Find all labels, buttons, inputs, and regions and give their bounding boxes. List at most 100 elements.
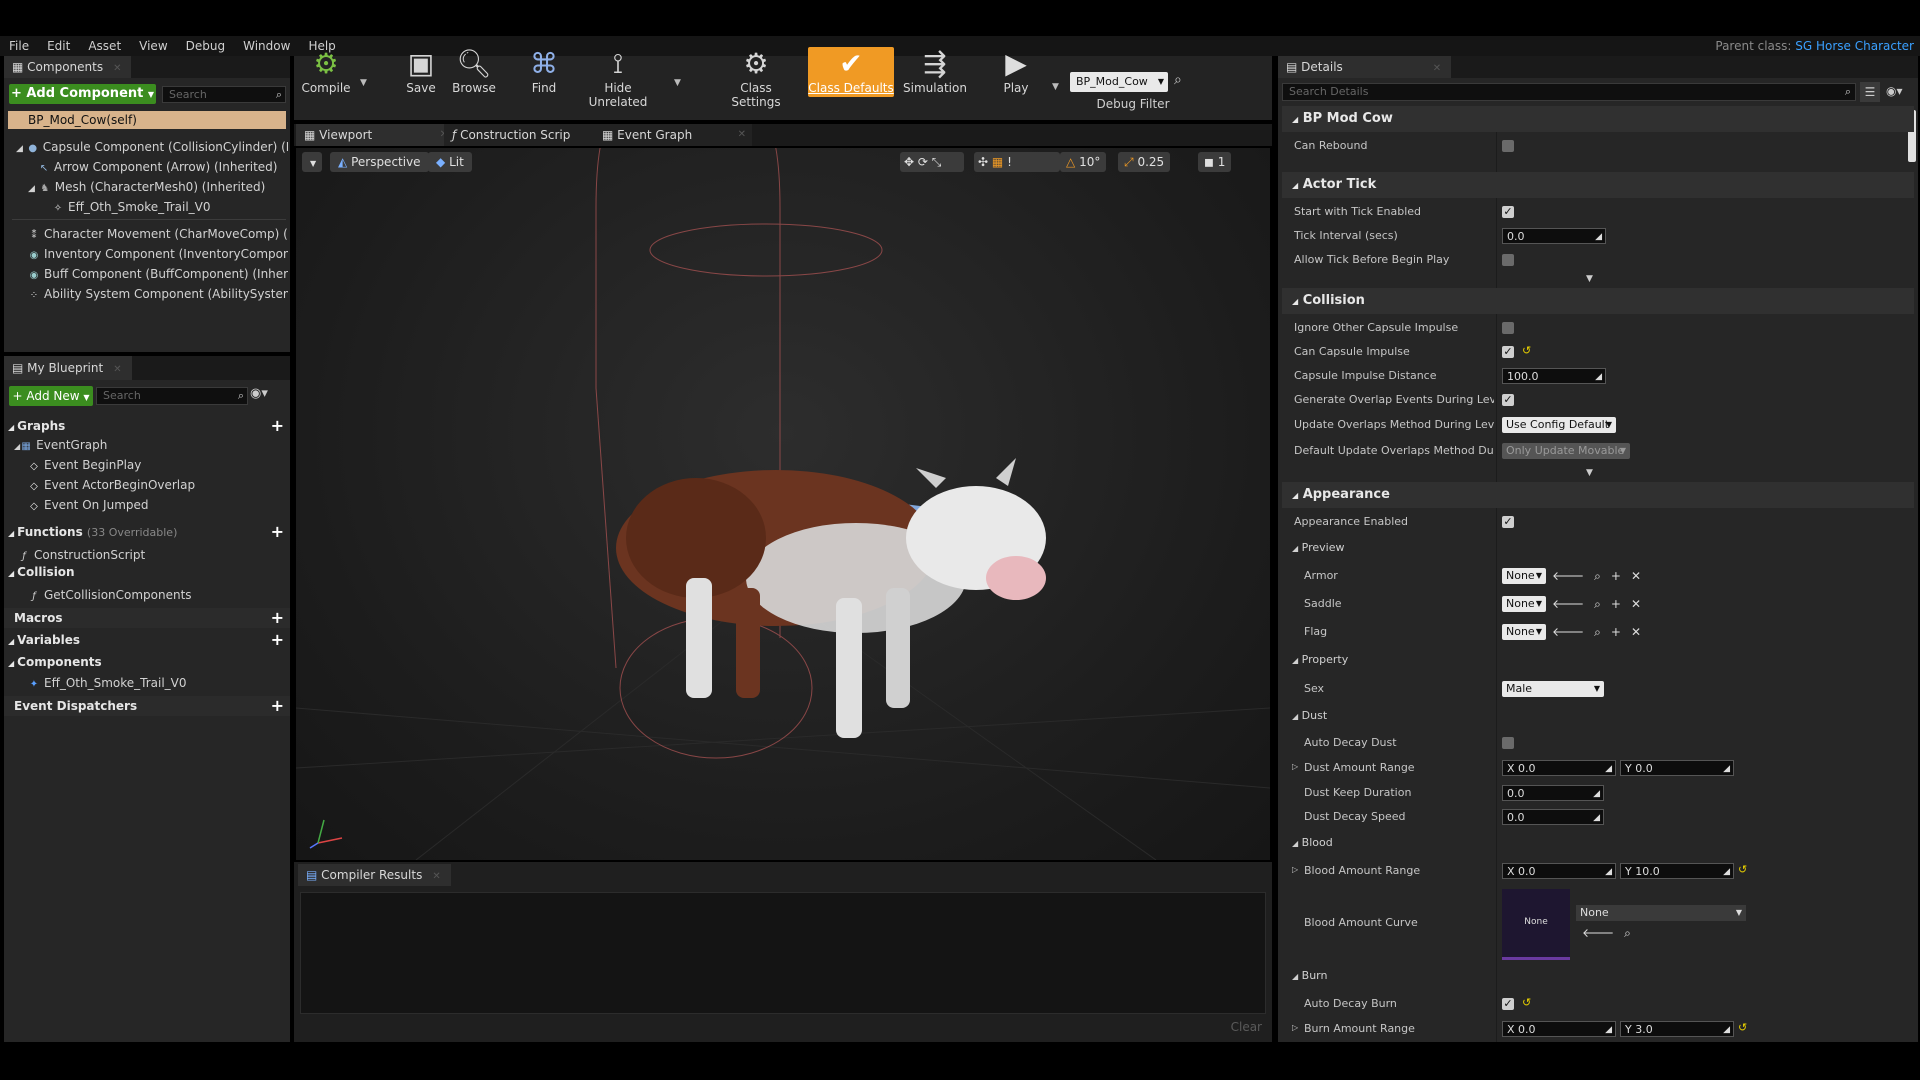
- add-macro-icon[interactable]: +: [271, 608, 284, 628]
- snap-tools[interactable]: ✣ ▦ !: [974, 152, 1060, 172]
- add-component-button[interactable]: + Add Component ▼: [9, 84, 156, 104]
- add-variable-icon[interactable]: +: [271, 630, 284, 650]
- tab-construction-script[interactable]: ƒ Construction Scrip: [444, 124, 602, 146]
- camera-speed[interactable]: ◼ 1: [1198, 152, 1232, 172]
- play-button[interactable]: ▶ Play: [992, 47, 1040, 97]
- details-search-input[interactable]: Search Details ⌕: [1282, 83, 1856, 101]
- start-tick-checkbox[interactable]: ✓: [1502, 206, 1514, 218]
- tree-item-eventgraph[interactable]: ◢▦ EventGraph: [14, 436, 284, 454]
- tree-item-arrow[interactable]: ↖ Arrow Component (Arrow) (Inherited): [38, 158, 288, 176]
- update-overlaps-select[interactable]: Use Config Default ▼: [1502, 417, 1616, 433]
- menu-debug[interactable]: Debug: [177, 36, 234, 56]
- asset-actions[interactable]: 🡐⌕+✕: [1552, 596, 1651, 612]
- menu-file[interactable]: File: [0, 36, 38, 56]
- dust-range-x-input[interactable]: X 0.0 ◢: [1502, 760, 1616, 776]
- dispatchers-section[interactable]: Event Dispatchers +: [4, 696, 290, 716]
- perspective-button[interactable]: ◭ Perspective: [330, 152, 429, 172]
- allow-tick-checkbox[interactable]: [1502, 254, 1514, 266]
- eye-icon[interactable]: ◉▾: [1886, 84, 1903, 98]
- menu-edit[interactable]: Edit: [38, 36, 79, 56]
- category-preview[interactable]: ◢ Preview: [1282, 537, 1914, 559]
- asset-actions[interactable]: 🡐⌕: [1582, 925, 1641, 941]
- blood-range-y-input[interactable]: Y 10.0 ◢: [1620, 863, 1734, 879]
- auto-decay-burn-checkbox[interactable]: ✓: [1502, 998, 1514, 1010]
- advanced-expand-icon[interactable]: ▼: [1586, 274, 1593, 284]
- can-capsule-checkbox[interactable]: ✓: [1502, 346, 1514, 358]
- parent-class-link[interactable]: SG Horse Character: [1795, 39, 1914, 53]
- tree-item-character-movement[interactable]: ⁑ Character Movement (CharMoveComp) (Inhe: [28, 225, 289, 243]
- close-icon[interactable]: ✕: [113, 63, 121, 74]
- clear-button[interactable]: Clear: [1231, 1020, 1262, 1034]
- tab-compiler-results[interactable]: ▤ Compiler Results ✕: [298, 864, 451, 886]
- auto-decay-dust-checkbox[interactable]: [1502, 737, 1514, 749]
- lit-button[interactable]: ◆ Lit: [428, 152, 472, 172]
- tree-item-smoke-trail[interactable]: ✧ Eff_Oth_Smoke_Trail_V0: [52, 198, 288, 216]
- tree-item-mesh[interactable]: ◢ ♞ Mesh (CharacterMesh0) (Inherited): [28, 178, 288, 196]
- self-row[interactable]: BP_Mod_Cow(self): [8, 111, 286, 129]
- add-dispatcher-icon[interactable]: +: [271, 696, 284, 716]
- collision-category[interactable]: ◢ Collision: [4, 562, 290, 582]
- macros-section[interactable]: Macros +: [4, 608, 290, 628]
- functions-section[interactable]: ◢ Functions (33 Overridable) +: [4, 522, 290, 542]
- dust-range-y-input[interactable]: Y 0.0 ◢: [1620, 760, 1734, 776]
- menu-view[interactable]: View: [130, 36, 176, 56]
- generate-overlap-checkbox[interactable]: ✓: [1502, 394, 1514, 406]
- section-appearance[interactable]: ◢ Appearance: [1282, 482, 1914, 508]
- saddle-select[interactable]: None ▼: [1502, 596, 1546, 612]
- chevron-down-icon[interactable]: ▼: [1052, 82, 1059, 92]
- close-icon[interactable]: ✕: [432, 871, 440, 882]
- advanced-expand-icon[interactable]: ▼: [1586, 468, 1593, 478]
- add-new-button[interactable]: + Add New ▼: [9, 386, 93, 406]
- viewport[interactable]: ▼ ◭ Perspective ◆ Lit ✥ ⟳ ⤡ ✣ ▦ ! △ 10° …: [296, 148, 1270, 860]
- reset-to-default-icon[interactable]: ↺: [1738, 863, 1747, 876]
- find-button[interactable]: ⌘ Find: [520, 47, 568, 97]
- tree-item-event-overlap[interactable]: ◇ Event ActorBeginOverlap: [28, 476, 284, 494]
- default-update-select[interactable]: Only Update Movable ▼: [1502, 443, 1630, 459]
- save-button[interactable]: ▣ Save: [398, 47, 444, 97]
- tree-item-component-var[interactable]: ✦ Eff_Oth_Smoke_Trail_V0: [28, 674, 284, 692]
- components-search-input[interactable]: Search ⌕: [162, 86, 286, 103]
- category-property[interactable]: ◢ Property: [1282, 649, 1914, 671]
- blueprint-search-input[interactable]: Search ⌕: [96, 387, 248, 405]
- tab-details[interactable]: ▤ Details ✕: [1278, 56, 1452, 78]
- debug-object-select[interactable]: BP_Mod_Cow ▼: [1070, 72, 1168, 92]
- rotation-snap[interactable]: △ 10°: [1060, 152, 1107, 172]
- sex-select[interactable]: Male ▼: [1502, 681, 1604, 697]
- compile-button[interactable]: ⚙ Compile: [298, 47, 354, 97]
- category-blood[interactable]: ◢ Blood: [1282, 832, 1914, 854]
- category-dust[interactable]: ◢ Dust: [1282, 705, 1914, 727]
- dust-keep-input[interactable]: 0.0 ◢: [1502, 785, 1604, 801]
- viewport-options-button[interactable]: ▼: [302, 152, 322, 172]
- graphs-section[interactable]: ◢ Graphs +: [4, 416, 290, 436]
- reset-to-default-icon[interactable]: ↺: [1522, 996, 1531, 1009]
- burn-range-x-input[interactable]: X 0.0 ◢: [1502, 1021, 1616, 1037]
- can-rebound-checkbox[interactable]: [1502, 140, 1514, 152]
- tree-item-inventory[interactable]: ◉ Inventory Component (InventoryComponent…: [28, 245, 288, 263]
- curve-thumbnail[interactable]: None: [1502, 889, 1570, 960]
- tree-item-get-collision[interactable]: ƒ GetCollisionComponents: [28, 586, 284, 604]
- blood-range-x-input[interactable]: X 0.0 ◢: [1502, 863, 1616, 879]
- browse-button[interactable]: 🔍︎ Browse: [448, 47, 500, 97]
- menu-window[interactable]: Window: [234, 36, 299, 56]
- flag-select[interactable]: None ▼: [1502, 624, 1546, 640]
- tab-event-graph[interactable]: ▦ Event Graph ✕: [594, 124, 752, 146]
- transform-tools[interactable]: ✥ ⟳ ⤡: [900, 152, 964, 172]
- add-function-icon[interactable]: +: [271, 522, 284, 542]
- tree-item-ability-system[interactable]: ⁘Ability System Component (AbilitySystem…: [28, 285, 288, 303]
- tick-interval-input[interactable]: 0.0 ◢: [1502, 228, 1606, 244]
- category-burn[interactable]: ◢ Burn: [1282, 965, 1914, 987]
- expand-arrow-icon[interactable]: ▷: [1292, 1023, 1298, 1032]
- tree-item-buff[interactable]: ◉ Buff Component (BuffComponent) (Inherit…: [28, 265, 288, 283]
- hide-unrelated-button[interactable]: ⟟ Hide Unrelated: [576, 47, 660, 109]
- tree-item-capsule[interactable]: ◢ ● Capsule Component (CollisionCylinder)…: [16, 138, 288, 156]
- ignore-capsule-checkbox[interactable]: [1502, 322, 1514, 334]
- burn-range-y-input[interactable]: Y 3.0 ◢: [1620, 1021, 1734, 1037]
- reset-to-default-icon[interactable]: ↺: [1522, 344, 1531, 357]
- section-bp-mod-cow[interactable]: ◢ BP Mod Cow: [1282, 106, 1914, 132]
- dust-decay-input[interactable]: 0.0 ◢: [1502, 809, 1604, 825]
- add-graph-icon[interactable]: +: [271, 416, 284, 436]
- list-view-icon[interactable]: ☰: [1860, 82, 1880, 102]
- chevron-down-icon[interactable]: ▼: [674, 78, 681, 88]
- expand-arrow-icon[interactable]: ▷: [1292, 865, 1298, 874]
- search-icon[interactable]: ⌕: [1174, 72, 1182, 88]
